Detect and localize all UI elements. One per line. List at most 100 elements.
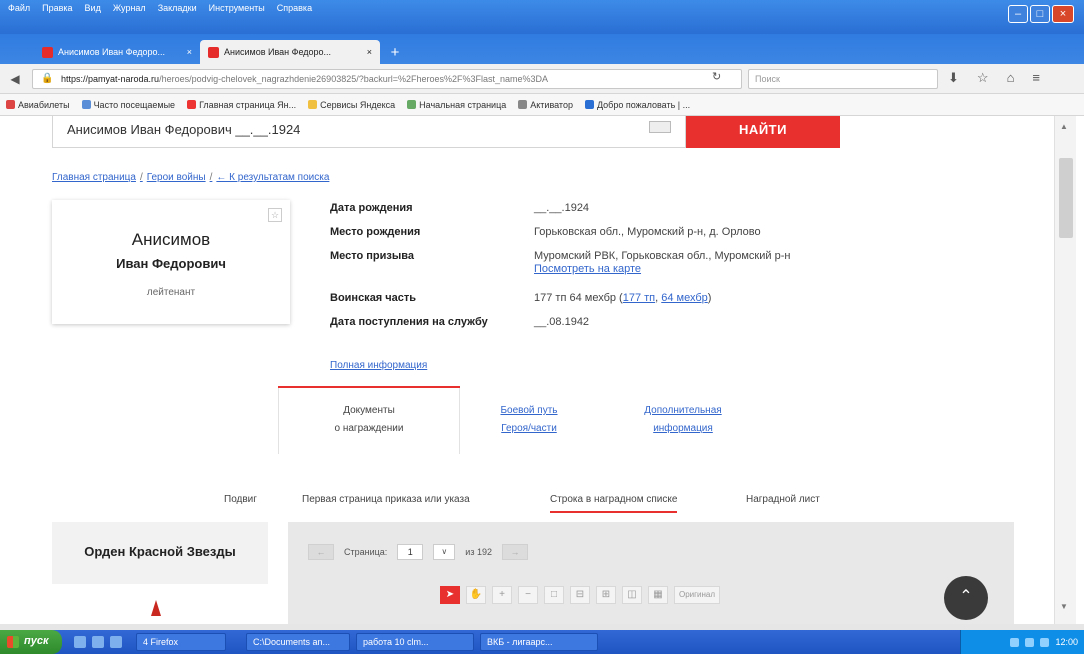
fit-height-icon[interactable]: ⊞ — [596, 586, 616, 604]
quick-launch-icon[interactable] — [92, 636, 104, 648]
hero-surname: Анисимов — [131, 230, 211, 249]
scroll-down-arrow-icon[interactable]: ▼ — [1060, 602, 1068, 611]
taskbar-item-other[interactable]: ВКБ - лигаарс... — [480, 633, 598, 651]
page-number-input[interactable]: 1 — [397, 544, 424, 560]
tray-icon[interactable] — [1010, 637, 1020, 647]
fit-width-icon[interactable]: ⊟ — [570, 586, 590, 604]
tab-title: Анисимов Иван Федоро... — [58, 47, 166, 57]
page-dropdown-icon[interactable]: ∨ — [433, 544, 456, 560]
back-to-results-link[interactable]: ← К результатам поиска — [216, 172, 329, 183]
back-button[interactable]: ◀ — [6, 70, 24, 88]
taskbar-item-documents[interactable]: C:\Documents an... — [246, 633, 350, 651]
menu-edit[interactable]: Правка — [42, 3, 72, 13]
scroll-thumb[interactable] — [1059, 158, 1073, 238]
tray-icon[interactable] — [1040, 637, 1050, 647]
browser-tab-1[interactable]: Анисимов Иван Федоро... × — [34, 40, 200, 64]
menu-history[interactable]: Журнал — [113, 3, 146, 13]
unit-link-177[interactable]: 177 тп — [623, 292, 655, 304]
breadcrumb-home-link[interactable]: Главная страница — [52, 172, 136, 183]
bookmark-star-icon[interactable]: ☆ — [977, 70, 989, 86]
browser-tab-2[interactable]: Анисимов Иван Федоро... × — [200, 40, 380, 64]
hero-rank: лейтенант — [146, 287, 196, 298]
download-icon[interactable]: ⬇ — [948, 70, 959, 86]
zoom-out-icon[interactable]: − — [518, 586, 538, 604]
bookmark-item[interactable]: Активатор — [518, 100, 573, 110]
scroll-up-arrow-icon[interactable]: ▲ — [1060, 122, 1068, 131]
subtab-feat[interactable]: Подвиг — [224, 494, 257, 505]
taskbar-item-firefox[interactable]: 4 Firefox — [136, 633, 226, 651]
start-button[interactable]: пуск — [0, 630, 62, 654]
bookmark-item[interactable]: Сервисы Яндекса — [308, 100, 395, 110]
lock-icon: 🔒 — [41, 73, 54, 84]
info-row-birth-date: Дата рождения __.__.1924 — [330, 202, 890, 215]
menu-help[interactable]: Справка — [277, 3, 312, 13]
menu-bookmarks[interactable]: Закладки — [158, 3, 197, 13]
bookmark-icon — [187, 100, 197, 109]
minimize-button[interactable]: – — [1008, 5, 1028, 23]
two-page-icon[interactable]: ◫ — [622, 586, 642, 604]
bookmark-icon — [81, 100, 91, 109]
info-label: Дата поступления на службу — [330, 316, 488, 328]
breadcrumb-heroes-link[interactable]: Герои войны — [147, 172, 206, 183]
window-titlebar: Файл Правка Вид Журнал Закладки Инструме… — [0, 0, 1084, 34]
tab-award-documents[interactable]: Документы о награждении — [278, 388, 460, 454]
bookmark-item[interactable]: Добро пожаловать | ... — [584, 100, 690, 110]
tab-battle-path[interactable]: Боевой путь Героя/части — [484, 402, 574, 438]
maximize-button[interactable]: □ — [1030, 5, 1050, 23]
menu-view[interactable]: Вид — [85, 3, 101, 13]
hero-search-input[interactable]: Анисимов Иван Федорович __.__.1924 — [52, 116, 686, 148]
subtab-award-sheet[interactable]: Наградной лист — [746, 494, 820, 505]
bookmark-icon — [584, 100, 594, 109]
subtab-award-list-row[interactable]: Строка в наградном списке — [550, 494, 678, 513]
vertical-scrollbar[interactable]: ▲ ▼ — [1054, 116, 1076, 624]
pointer-tool-icon[interactable]: ➤ — [440, 586, 460, 604]
section-tabs: Документы о награждении Боевой путь Геро… — [278, 388, 808, 454]
grid-view-icon[interactable]: ▦ — [648, 586, 668, 604]
quick-launch-icon[interactable] — [110, 636, 122, 648]
url-host: https://pamyat-naroda.ru — [61, 74, 160, 84]
fit-page-icon[interactable]: □ — [544, 586, 564, 604]
favorite-star-icon[interactable]: ☆ — [268, 208, 282, 222]
breadcrumb-separator: / — [209, 172, 213, 183]
reload-icon[interactable]: ↻ — [712, 70, 721, 83]
close-tab-icon[interactable]: × — [367, 47, 372, 57]
next-page-button[interactable]: → — [501, 544, 528, 560]
home-icon[interactable]: ⌂ — [1007, 70, 1015, 86]
bookmark-item[interactable]: Начальная страница — [407, 100, 506, 110]
menu-icon[interactable]: ≡ — [1032, 70, 1040, 86]
find-button[interactable]: НАЙТИ — [686, 116, 840, 148]
tray-icon[interactable] — [1025, 637, 1035, 647]
info-label: Место призыва — [330, 250, 414, 262]
scroll-to-top-button[interactable]: ⌃ — [944, 576, 988, 620]
info-label: Место рождения — [330, 226, 421, 238]
keyboard-icon[interactable] — [649, 121, 671, 133]
prev-page-button[interactable]: ← — [308, 544, 334, 560]
show-on-map-link[interactable]: Посмотреть на карте — [534, 263, 641, 275]
bookmark-icon — [6, 100, 15, 109]
address-bar[interactable]: 🔒 https://pamyat-naroda.ru/heroes/podvig… — [32, 69, 742, 89]
bookmark-item[interactable]: Главная страница Ян... — [187, 100, 296, 110]
close-tab-icon[interactable]: × — [187, 47, 192, 57]
quick-launch-icon[interactable] — [74, 636, 86, 648]
unit-link-64[interactable]: 64 мехбр — [661, 292, 708, 304]
tab-additional-info[interactable]: Дополнительная информация — [626, 402, 740, 438]
breadcrumb: Главная страница / Герои войны / ← К рез… — [52, 172, 329, 183]
info-row-service-date: Дата поступления на службу __.08.1942 — [330, 316, 890, 329]
subtab-order-first-page[interactable]: Первая страница приказа или указа — [302, 494, 470, 505]
url-path: /heroes/podvig-chelovek_nagrazhdenie2690… — [159, 74, 549, 84]
close-window-button[interactable]: × — [1052, 5, 1074, 23]
browser-search-input[interactable]: Поиск — [748, 69, 938, 89]
zoom-in-icon[interactable]: + — [492, 586, 512, 604]
original-button[interactable]: Оригинал — [674, 586, 720, 604]
bookmark-item[interactable]: Часто посещаемые — [81, 100, 175, 110]
taskbar-item-work[interactable]: работа 10 clm... — [356, 633, 474, 651]
clock: 12:00 — [1055, 637, 1078, 647]
menu-file[interactable]: Файл — [8, 3, 30, 13]
breadcrumb-separator: / — [139, 172, 143, 183]
new-tab-button[interactable]: + — [386, 44, 404, 61]
hand-tool-icon[interactable]: ✋ — [466, 586, 486, 604]
full-info-link[interactable]: Полная информация — [330, 360, 427, 371]
menu-tools[interactable]: Инструменты — [209, 3, 265, 13]
bookmark-item[interactable]: Авиабилеты — [6, 100, 70, 110]
document-subtabs: Подвиг Первая страница приказа или указа… — [0, 490, 1054, 516]
